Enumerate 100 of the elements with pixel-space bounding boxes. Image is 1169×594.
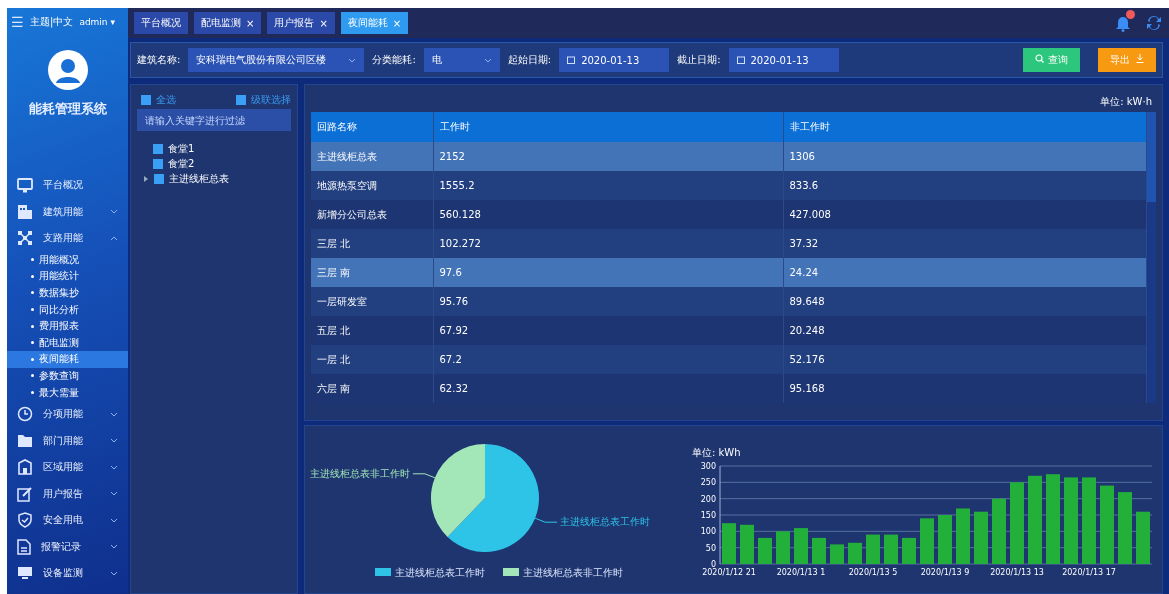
bar	[830, 544, 844, 564]
sidebar-item[interactable]: 支路用能	[7, 225, 128, 252]
sidebar-item[interactable]: 分项用能	[7, 400, 128, 428]
bar	[956, 508, 970, 564]
column-header: 工作时	[433, 112, 783, 142]
chevron-down-icon	[110, 464, 118, 470]
bar	[938, 515, 952, 564]
bar	[794, 528, 808, 564]
scrollbar[interactable]	[1147, 112, 1156, 403]
bar	[776, 531, 790, 564]
table-cell: 560.128	[433, 200, 783, 229]
sidebar-subitem[interactable]: 用能概况	[7, 251, 128, 269]
calendar-icon	[736, 56, 745, 64]
slice-label: 主进线柜总表非工作时	[309, 467, 410, 479]
axis-tick-label: 150	[700, 511, 716, 520]
sidebar-item[interactable]: 平台概况	[7, 172, 128, 199]
chevron-down-icon	[110, 491, 118, 497]
axis-tick-label: 50	[705, 543, 716, 553]
sidebar-item[interactable]: 安全用电	[7, 506, 128, 534]
field-label: 起始日期:	[507, 53, 552, 67]
network-icon	[17, 230, 33, 247]
chevron-down-icon	[110, 517, 118, 523]
table-cell: 67.2	[433, 345, 783, 374]
caret-icon[interactable]: ▾	[110, 17, 116, 27]
tab[interactable]: 用户报告 ×	[267, 12, 335, 34]
filter-field[interactable]: 请输入关键字进行过滤	[137, 109, 291, 131]
date-field[interactable]: 2020-01-13	[728, 48, 839, 72]
tree-node[interactable]: 食堂2	[168, 156, 195, 171]
download-icon	[1136, 54, 1144, 63]
table-cell: 37.32	[783, 229, 1147, 258]
axis-tick-label: 200	[700, 494, 716, 504]
tab[interactable]: 配电监测 ×	[194, 12, 262, 34]
sidebar-subitem[interactable]: 最大需量	[7, 384, 128, 401]
sidebar-subitem[interactable]: 参数查询	[7, 367, 128, 385]
sidebar-subitem[interactable]: 费用报表	[7, 317, 128, 335]
sidebar-subitem[interactable]: 同比分析	[7, 301, 128, 318]
sidebar-item[interactable]: 报警记录	[7, 533, 128, 560]
checkbox[interactable]	[141, 95, 151, 105]
sidebar-item[interactable]: 用户报告	[7, 480, 128, 507]
sidebar-subitem[interactable]: 配电监测	[7, 334, 128, 352]
monitor-icon	[17, 566, 33, 581]
building-icon	[17, 203, 33, 220]
sidebar-item[interactable]: 建筑用能	[7, 198, 128, 225]
checkbox[interactable]	[154, 173, 164, 184]
refresh-icon[interactable]	[1145, 14, 1163, 32]
bar	[884, 534, 898, 564]
table-cell: 2152	[433, 142, 783, 171]
chevron-up-icon	[110, 235, 118, 241]
date-field[interactable]: 2020-01-13	[559, 48, 670, 72]
chevron-down-icon	[483, 57, 492, 63]
leader-line	[412, 473, 436, 479]
sidebar-subitem[interactable]: 夜间能耗	[7, 351, 128, 368]
field-label: 分类能耗:	[372, 53, 416, 67]
table-cell: 24.24	[783, 258, 1147, 287]
chevron-down-icon	[110, 570, 118, 576]
bar	[740, 524, 754, 564]
bar	[812, 537, 826, 564]
table-cell: 89.648	[783, 287, 1147, 316]
bar	[1118, 492, 1132, 564]
table-cell: 主进线柜总表	[311, 142, 433, 171]
table-cell: 一层 北	[311, 345, 433, 374]
user-menu[interactable]: admin	[79, 17, 108, 27]
checkbox[interactable]	[236, 95, 246, 105]
axis-tick-label: 300	[700, 462, 716, 471]
table-cell: 97.6	[433, 258, 783, 287]
sidebar-subitem[interactable]: 用能统计	[7, 268, 128, 285]
expand-arrow-icon[interactable]	[143, 175, 149, 182]
axis-tick-label: 2020/1/12 21	[702, 568, 756, 577]
notification-badge	[1126, 10, 1135, 19]
shield-icon	[17, 512, 33, 529]
sidebar-item[interactable]: 设备监测	[7, 559, 128, 587]
bar	[848, 542, 862, 564]
building-icon	[17, 459, 33, 476]
checkbox-label[interactable]: 全选	[156, 93, 176, 107]
category-select[interactable]: 电	[423, 48, 500, 72]
tree-node[interactable]: 食堂1	[168, 141, 195, 156]
checkbox[interactable]	[153, 158, 163, 169]
tree-node[interactable]: 主进线柜总表	[169, 171, 229, 186]
axis-tick-label: 2020/1/13 9	[920, 568, 970, 577]
bar	[1136, 511, 1150, 564]
tab[interactable]: 平台概况	[134, 12, 188, 34]
menu-button[interactable]: ☰	[11, 14, 24, 30]
sidebar-subitem[interactable]: 数据集抄	[7, 284, 128, 302]
table-cell: 三层 南	[311, 258, 433, 287]
theme-language-text[interactable]: 主题|中文	[30, 15, 74, 29]
axis-tick-label: 2020/1/13 17	[1062, 568, 1116, 577]
legend-label[interactable]: 主进线柜总表工作时	[395, 567, 485, 578]
legend-label[interactable]: 主进线柜总表非工作时	[523, 567, 623, 578]
axis-tick-label: 2020/1/13 5	[848, 568, 898, 577]
bell-icon[interactable]	[1115, 14, 1131, 32]
checkbox[interactable]	[153, 143, 163, 154]
sidebar-item[interactable]: 部门用能	[7, 427, 128, 454]
chevron-down-icon	[110, 438, 118, 444]
clock-icon	[17, 406, 33, 423]
checkbox-label[interactable]: 级联选择	[251, 93, 291, 107]
bar	[992, 498, 1006, 564]
building-select[interactable]: 安科瑞电气股份有限公司区楼	[188, 48, 365, 72]
table-cell: 62.32	[433, 374, 783, 403]
table-cell: 地源热泵空调	[311, 171, 433, 200]
sidebar-item[interactable]: 区域用能	[7, 453, 128, 481]
